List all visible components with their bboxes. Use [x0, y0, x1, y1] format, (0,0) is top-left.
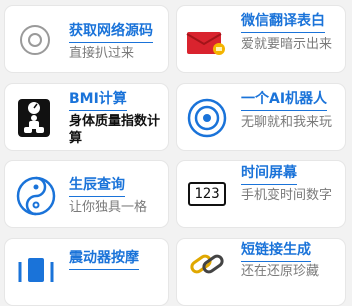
card-subtitle: 手机变时间数字 [241, 188, 333, 203]
red-envelope-icon [185, 26, 229, 58]
card-short-link[interactable]: 短链接生成 还在还原珍藏 [176, 238, 346, 306]
card-bmi[interactable]: BMI计算 身体质量指数计算 [4, 83, 169, 151]
card-subtitle: 爱就要暗示出来 [241, 37, 333, 52]
card-title: 获取网络源码 [69, 22, 153, 43]
card-subtitle: 让你独具一格 [69, 200, 148, 215]
link-icon [187, 249, 227, 279]
digital-clock-icon: 123 [185, 179, 229, 209]
card-birth-query[interactable]: 生辰查询 让你独具一格 [4, 160, 169, 228]
card-time-screen[interactable]: 123 时间屏幕 手机变时间数字 [176, 160, 346, 228]
card-title: 一个AI机器人 [241, 90, 328, 111]
card-title: 时间屏幕 [241, 164, 297, 185]
card-title: 短链接生成 [241, 241, 311, 262]
card-ai-robot[interactable]: 一个AI机器人 无聊就和我来玩 [176, 83, 346, 151]
card-get-source[interactable]: 获取网络源码 直接扒过来 [4, 5, 169, 73]
card-subtitle: 身体质量指数计算 [69, 114, 161, 146]
card-title: 震动器按摩 [69, 249, 139, 270]
card-title: 生辰查询 [69, 176, 125, 197]
vibration-icon [15, 253, 57, 283]
clock-digits: 123 [188, 182, 226, 206]
card-title: 微信翻译表白 [241, 12, 325, 33]
target-circle-icon [17, 22, 53, 58]
card-wechat-translate[interactable]: 微信翻译表白 爱就要暗示出来 [176, 5, 346, 73]
card-subtitle: 直接扒过来 [69, 46, 135, 61]
card-subtitle: 还在还原珍藏 [241, 264, 320, 279]
card-vibration-massage[interactable]: 震动器按摩 [4, 238, 169, 306]
card-title: BMI计算 [69, 90, 127, 111]
yin-yang-icon [15, 175, 57, 217]
scale-person-icon [15, 96, 53, 140]
ai-ring-icon [185, 96, 229, 140]
card-subtitle: 无聊就和我来玩 [241, 115, 333, 130]
